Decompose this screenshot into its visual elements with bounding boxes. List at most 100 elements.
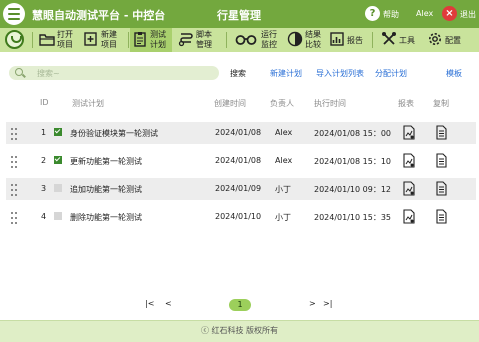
row-created-time: 2024/01/10 bbox=[215, 212, 262, 221]
help-link[interactable]: 帮助 bbox=[383, 9, 399, 20]
search-input[interactable] bbox=[37, 67, 207, 79]
toolbar-tools-button[interactable]: 工具 bbox=[379, 28, 421, 52]
report-icon[interactable] bbox=[403, 181, 415, 196]
menu-icon[interactable] bbox=[3, 3, 25, 25]
row-checkbox[interactable] bbox=[54, 128, 62, 136]
row-checkbox[interactable] bbox=[54, 212, 62, 220]
toolbar-result-compare-button[interactable]: 结果 比较 bbox=[285, 28, 325, 52]
import-plan-list-link[interactable]: 导入计划列表 bbox=[316, 68, 364, 79]
copy-icon[interactable] bbox=[436, 153, 448, 168]
row-executed-time: 2024/01/08 15：00 bbox=[314, 129, 392, 138]
toolbar-new-project-button[interactable]: 新建 项目 bbox=[81, 28, 125, 52]
search-button[interactable]: 搜索 bbox=[230, 68, 246, 79]
copy-icon[interactable] bbox=[436, 125, 448, 140]
table-header: ID 测试计划 创建时间 负责人 执行时间 报表 复制 bbox=[0, 96, 479, 110]
page-title: 行星管理 bbox=[217, 9, 261, 22]
search-icon bbox=[15, 68, 23, 76]
table-row[interactable]: 4 删除功能第一轮测试 2024/01/10 小丁 2024/01/10 15：… bbox=[6, 206, 476, 228]
search-box[interactable] bbox=[9, 66, 219, 80]
app-title: 慧眼自动测试平台 - 中控台 bbox=[32, 9, 166, 22]
row-plan-name: 身份验证模块第一轮测试 bbox=[70, 129, 158, 138]
next-page-button[interactable]: > bbox=[309, 299, 316, 308]
search-action-row: 搜索 新建计划 导入计划列表 分配计划 模板 bbox=[0, 52, 479, 92]
assign-plan-link[interactable]: 分配计划 bbox=[375, 68, 407, 79]
toolbar-script-management-button[interactable]: 脚本 管理 bbox=[176, 28, 222, 52]
toolbar-label: 配置 bbox=[445, 36, 461, 45]
toolbar: 打开 项目 新建 项目 测试 计划 脚本 管理 运行 监控 结果 比较 报告 工具 配置 bbox=[0, 28, 479, 53]
drag-handle-icon[interactable] bbox=[11, 156, 17, 168]
table-row[interactable]: 3 追加功能第一轮测试 2024/01/09 小丁 2024/01/10 09：… bbox=[6, 178, 476, 200]
logout-icon[interactable]: × bbox=[442, 6, 457, 21]
row-created-time: 2024/01/08 bbox=[215, 128, 262, 137]
toolbar-label: 运行 监控 bbox=[261, 30, 277, 49]
prev-page-button[interactable]: < bbox=[165, 299, 172, 308]
clipboard-icon bbox=[134, 32, 146, 47]
new-plan-link[interactable]: 新建计划 bbox=[270, 68, 302, 79]
toolbar-test-plan-button[interactable]: 测试 计划 bbox=[130, 28, 172, 52]
toolbar-divider bbox=[226, 32, 227, 48]
column-header-id: ID bbox=[40, 98, 49, 107]
help-icon[interactable]: ? bbox=[365, 6, 380, 21]
template-link[interactable]: 模板 bbox=[446, 68, 462, 79]
row-plan-name: 删除功能第一轮测试 bbox=[70, 213, 142, 222]
home-icon[interactable] bbox=[3, 30, 27, 50]
copy-icon[interactable] bbox=[436, 209, 448, 224]
toolbar-label: 打开 项目 bbox=[57, 30, 73, 49]
row-checkbox[interactable] bbox=[54, 156, 62, 164]
column-header-executed: 执行时间 bbox=[314, 99, 346, 108]
column-header-plan: 测试计划 bbox=[72, 99, 104, 108]
row-id: 3 bbox=[41, 184, 47, 193]
row-id: 2 bbox=[41, 156, 47, 165]
toolbar-label: 报告 bbox=[347, 36, 363, 45]
row-created-time: 2024/01/08 bbox=[215, 156, 262, 165]
toolbar-divider bbox=[372, 32, 373, 48]
toolbar-divider bbox=[32, 32, 33, 48]
row-plan-name: 更新功能第一轮测试 bbox=[70, 157, 142, 166]
footer-copyright: ⓒ 红石科技 版权所有 bbox=[0, 320, 479, 342]
table-row[interactable]: 1 身份验证模块第一轮测试 2024/01/08 Alex 2024/01/08… bbox=[6, 122, 476, 144]
toolbar-divider bbox=[128, 32, 129, 48]
row-owner: Alex bbox=[275, 156, 293, 165]
column-header-report: 报表 bbox=[398, 99, 414, 108]
column-header-created: 创建时间 bbox=[214, 99, 246, 108]
toolbar-label: 工具 bbox=[399, 36, 415, 45]
report-icon[interactable] bbox=[403, 209, 415, 224]
user-name: Alex bbox=[416, 9, 434, 18]
gear-icon bbox=[429, 33, 441, 45]
pagination: |< < 1 > >| bbox=[0, 296, 479, 312]
column-header-copy: 复制 bbox=[433, 99, 449, 108]
row-checkbox[interactable] bbox=[54, 184, 62, 192]
drag-handle-icon[interactable] bbox=[11, 128, 17, 140]
row-created-time: 2024/01/09 bbox=[215, 184, 262, 193]
row-plan-name: 追加功能第一轮测试 bbox=[70, 185, 142, 194]
toolbar-label: 结果 比较 bbox=[305, 30, 321, 49]
copy-icon[interactable] bbox=[436, 181, 448, 196]
toolbar-label: 测试 计划 bbox=[150, 30, 166, 49]
toolbar-report-button[interactable]: 报告 bbox=[327, 28, 369, 52]
folder-open-icon bbox=[39, 34, 55, 46]
current-page-indicator[interactable]: 1 bbox=[229, 299, 251, 311]
row-executed-time: 2024/01/08 15：10 bbox=[314, 157, 392, 166]
first-page-button[interactable]: |< bbox=[145, 299, 154, 308]
row-owner: Alex bbox=[275, 128, 293, 137]
row-executed-time: 2024/01/10 15：35 bbox=[314, 213, 392, 222]
report-icon[interactable] bbox=[403, 153, 415, 168]
script-icon bbox=[178, 33, 193, 47]
toolbar-run-monitor-button[interactable]: 运行 监控 bbox=[233, 28, 281, 52]
binoculars-icon bbox=[235, 35, 257, 45]
toolbar-open-project-button[interactable]: 打开 项目 bbox=[37, 28, 81, 52]
tools-icon bbox=[382, 32, 396, 45]
column-header-owner: 负责人 bbox=[270, 99, 294, 108]
row-id: 4 bbox=[41, 212, 47, 221]
contrast-icon bbox=[287, 31, 303, 47]
logout-link[interactable]: 退出 bbox=[460, 9, 476, 20]
toolbar-settings-button[interactable]: 配置 bbox=[425, 28, 471, 52]
last-page-button[interactable]: >| bbox=[323, 299, 332, 308]
row-owner: 小丁 bbox=[275, 185, 291, 194]
report-icon[interactable] bbox=[403, 125, 415, 140]
table-row[interactable]: 2 更新功能第一轮测试 2024/01/08 Alex 2024/01/08 1… bbox=[6, 150, 476, 172]
drag-handle-icon[interactable] bbox=[11, 212, 17, 224]
drag-handle-icon[interactable] bbox=[11, 184, 17, 196]
new-document-icon bbox=[84, 32, 97, 46]
report-icon bbox=[330, 32, 344, 46]
